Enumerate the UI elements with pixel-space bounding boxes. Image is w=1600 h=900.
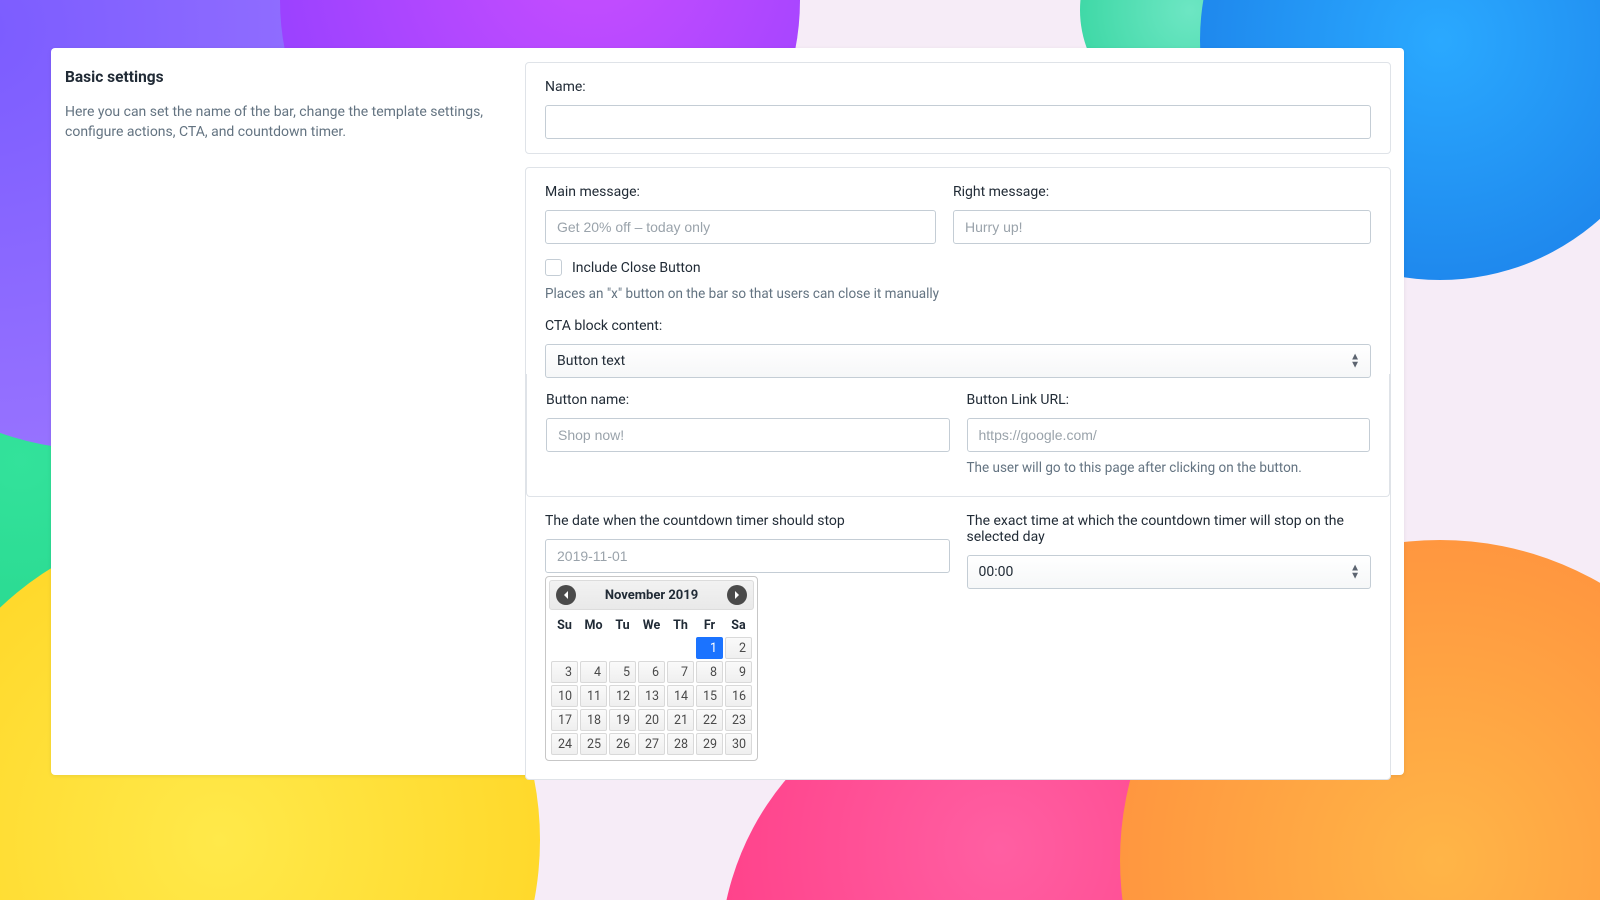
- datepicker-day[interactable]: 29: [696, 733, 723, 755]
- name-card: Name:: [525, 62, 1391, 154]
- datepicker-day[interactable]: 23: [725, 709, 752, 731]
- button-name-input[interactable]: [546, 418, 950, 452]
- datepicker-day[interactable]: 13: [638, 685, 665, 707]
- datepicker-day[interactable]: 21: [667, 709, 694, 731]
- button-link-label: Button Link URL:: [967, 392, 1371, 408]
- datepicker-day[interactable]: 30: [725, 733, 752, 755]
- button-link-help: The user will go to this page after clic…: [967, 460, 1371, 476]
- datepicker-next-month[interactable]: [727, 585, 747, 605]
- datepicker-day[interactable]: 9: [725, 661, 752, 683]
- button-name-label: Button name:: [546, 392, 950, 408]
- include-close-help: Places an "x" button on the bar so that …: [545, 286, 1371, 302]
- datepicker-empty-cell: [638, 637, 665, 659]
- datepicker-weekday: We: [638, 616, 665, 635]
- datepicker-day[interactable]: 3: [551, 661, 578, 683]
- datepicker-day[interactable]: 19: [609, 709, 636, 731]
- updown-icon: ▲▼: [1350, 565, 1360, 580]
- datepicker-day[interactable]: 5: [609, 661, 636, 683]
- right-message-label: Right message:: [953, 184, 1371, 200]
- datepicker-day[interactable]: 26: [609, 733, 636, 755]
- datepicker-day[interactable]: 17: [551, 709, 578, 731]
- button-link-input[interactable]: [967, 418, 1371, 452]
- main-message-input[interactable]: [545, 210, 936, 244]
- datepicker-day[interactable]: 14: [667, 685, 694, 707]
- section-help-text: Here you can set the name of the bar, ch…: [65, 102, 505, 143]
- datepicker-day[interactable]: 2: [725, 637, 752, 659]
- datepicker-weekday: Tu: [609, 616, 636, 635]
- datepicker-day[interactable]: 20: [638, 709, 665, 731]
- datepicker-day[interactable]: 24: [551, 733, 578, 755]
- include-close-checkbox[interactable]: [545, 259, 562, 276]
- countdown-date-input[interactable]: [545, 539, 950, 573]
- datepicker-prev-month[interactable]: [556, 585, 576, 605]
- datepicker-day[interactable]: 27: [638, 733, 665, 755]
- datepicker-weekday: Sa: [725, 616, 752, 635]
- datepicker-day[interactable]: 22: [696, 709, 723, 731]
- datepicker-day[interactable]: 18: [580, 709, 607, 731]
- datepicker-day[interactable]: 6: [638, 661, 665, 683]
- datepicker-weekday: Th: [667, 616, 694, 635]
- name-input[interactable]: [545, 105, 1371, 139]
- datepicker-day[interactable]: 15: [696, 685, 723, 707]
- datepicker-day[interactable]: 7: [667, 661, 694, 683]
- section-description: Basic settings Here you can set the name…: [65, 62, 505, 761]
- section-title: Basic settings: [65, 68, 505, 86]
- caret-right-icon: [732, 590, 742, 600]
- datepicker-month-title: November 2019: [605, 588, 698, 603]
- caret-left-icon: [561, 590, 571, 600]
- cta-block-select[interactable]: Button text ▲▼: [545, 344, 1371, 378]
- datepicker-day[interactable]: 4: [580, 661, 607, 683]
- datepicker-day[interactable]: 16: [725, 685, 752, 707]
- name-label: Name:: [545, 79, 1371, 95]
- cta-block-select-value: Button text: [557, 353, 625, 369]
- include-close-label: Include Close Button: [572, 260, 701, 276]
- countdown-time-value: 00:00: [979, 564, 1014, 580]
- datepicker-day[interactable]: 8: [696, 661, 723, 683]
- datepicker-weekday: Su: [551, 616, 578, 635]
- cta-block-label: CTA block content:: [545, 318, 1371, 334]
- datepicker-weekday: Fr: [696, 616, 723, 635]
- datepicker-grid: SuMoTuWeThFrSa 1234567891011121314151617…: [549, 614, 754, 757]
- datepicker-day[interactable]: 11: [580, 685, 607, 707]
- countdown-date-label: The date when the countdown timer should…: [545, 513, 950, 529]
- datepicker-day[interactable]: 28: [667, 733, 694, 755]
- settings-panel: Basic settings Here you can set the name…: [51, 48, 1404, 775]
- datepicker-empty-cell: [551, 637, 578, 659]
- updown-icon: ▲▼: [1350, 354, 1360, 369]
- main-message-label: Main message:: [545, 184, 936, 200]
- right-message-input[interactable]: [953, 210, 1371, 244]
- content-card: Main message: Right message: Include Clo…: [525, 167, 1391, 780]
- countdown-time-select[interactable]: 00:00 ▲▼: [967, 555, 1372, 589]
- datepicker-weekday: Mo: [580, 616, 607, 635]
- datepicker-empty-cell: [667, 637, 694, 659]
- countdown-time-label: The exact time at which the countdown ti…: [967, 513, 1372, 545]
- datepicker-day[interactable]: 25: [580, 733, 607, 755]
- datepicker-day[interactable]: 10: [551, 685, 578, 707]
- datepicker-empty-cell: [609, 637, 636, 659]
- datepicker-day[interactable]: 12: [609, 685, 636, 707]
- datepicker-empty-cell: [580, 637, 607, 659]
- datepicker-day[interactable]: 1: [696, 637, 723, 659]
- datepicker: November 2019 SuMoTuWeThFrSa 12345678910…: [545, 576, 758, 761]
